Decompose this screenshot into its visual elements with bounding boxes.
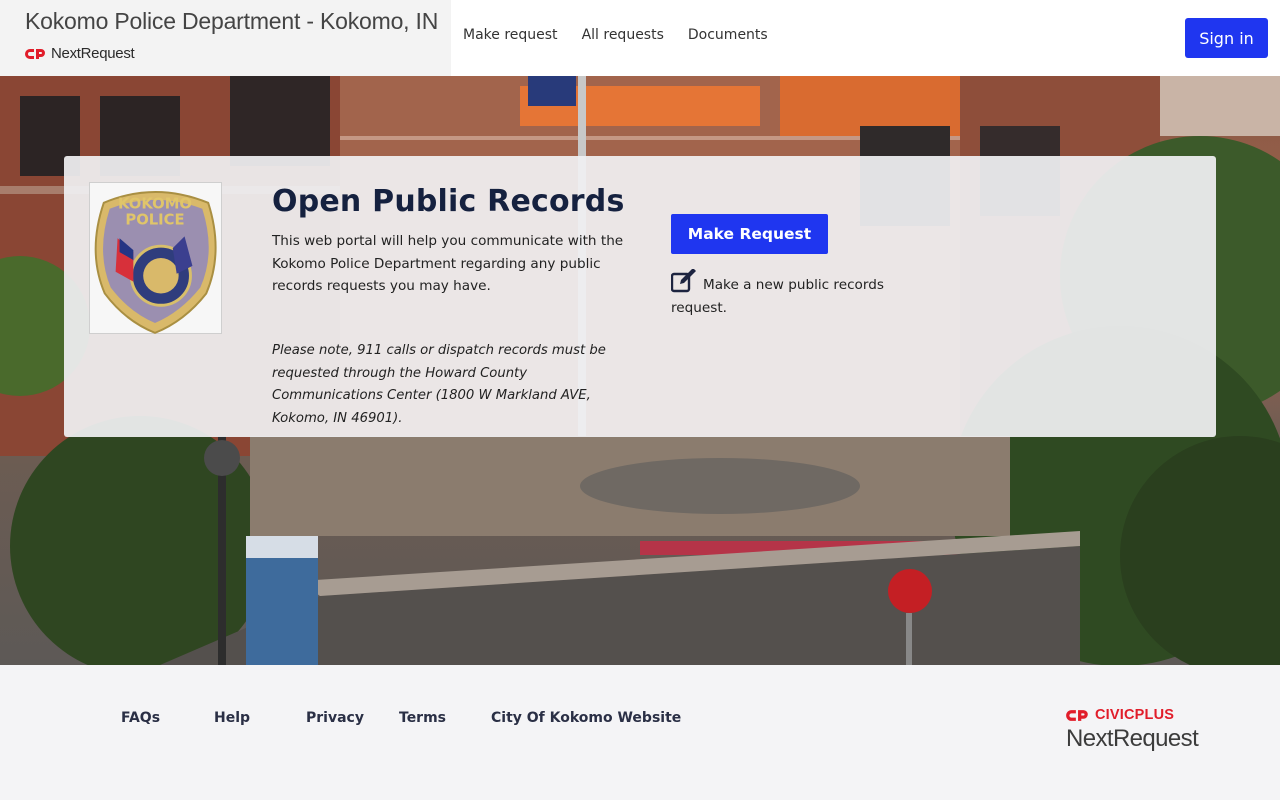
brand-area: Kokomo Police Department - Kokomo, IN Ne… (0, 0, 451, 76)
footer-link-terms[interactable]: Terms (399, 710, 446, 726)
police-badge-image: KOKOMO POLICE (89, 182, 222, 334)
page-title: Open Public Records (272, 184, 625, 219)
footer-nextrequest-wordmark: NextRequest (1066, 725, 1199, 752)
main-nav: Make request All requests Documents (451, 0, 792, 70)
footer-link-help[interactable]: Help (214, 710, 250, 726)
nav-all-requests[interactable]: All requests (582, 27, 664, 43)
agency-title[interactable]: Kokomo Police Department - Kokomo, IN (25, 8, 451, 35)
badge-text-top: KOKOMO (118, 196, 192, 213)
footer-link-city-website[interactable]: City Of Kokomo Website (491, 710, 681, 726)
sign-in-button[interactable]: Sign in (1185, 18, 1268, 58)
police-badge-icon: KOKOMO POLICE (94, 191, 217, 334)
intro-description: This web portal will help you communicat… (272, 233, 624, 294)
nextrequest-logo-icon (25, 48, 45, 59)
intro-card: KOKOMO POLICE Open Public Records This w… (64, 156, 1216, 437)
make-request-help-text: Make a new public records request. (671, 277, 884, 316)
civicplus-logo-icon (1066, 709, 1088, 721)
dispatch-note: Please note, 911 calls or dispatch recor… (272, 343, 606, 426)
nav-documents[interactable]: Documents (688, 27, 768, 43)
nextrequest-logo[interactable]: NextRequest (25, 45, 451, 62)
civicplus-nextrequest-logo[interactable]: CIVICPLUS NextRequest (1066, 707, 1199, 753)
nav-make-request[interactable]: Make request (463, 27, 558, 43)
nextrequest-logo-text: NextRequest (51, 45, 135, 62)
footer: FAQs Help Privacy Terms City Of Kokomo W… (0, 665, 1280, 800)
footer-link-faqs[interactable]: FAQs (121, 710, 160, 726)
make-request-help: Make a new public records request. (671, 269, 901, 319)
edit-icon (671, 269, 696, 293)
footer-link-privacy[interactable]: Privacy (306, 710, 364, 726)
top-header: Kokomo Police Department - Kokomo, IN Ne… (0, 0, 1280, 76)
civicplus-wordmark: CIVICPLUS (1095, 707, 1175, 723)
badge-text-bottom: POLICE (125, 212, 184, 229)
make-request-button[interactable]: Make Request (671, 214, 828, 254)
